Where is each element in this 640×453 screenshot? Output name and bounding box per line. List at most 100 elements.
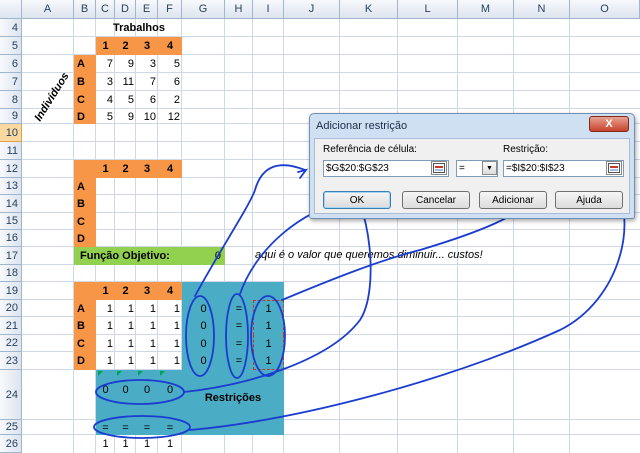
solution-cell[interactable]: 1 <box>136 352 158 370</box>
solution-cell[interactable]: 1 <box>115 352 136 370</box>
col-header-h[interactable]: H <box>225 0 253 19</box>
row-header-6[interactable]: 6 <box>0 55 22 73</box>
col-rhs-cell[interactable]: 1 <box>115 435 136 453</box>
alloc-header-4: 4 <box>158 160 182 178</box>
cost-cell[interactable]: 7 <box>136 73 158 91</box>
spreadsheet-grid[interactable]: A B C D E F G H I J K L M N O 4 5 6 7 8 … <box>0 0 640 453</box>
cost-cell[interactable]: 3 <box>96 73 115 91</box>
close-button[interactable]: X <box>589 116 629 132</box>
cost-cell[interactable]: 2 <box>158 91 182 109</box>
row-rhs-cell[interactable]: 1 <box>253 317 284 335</box>
row-header-17[interactable]: 17 <box>0 247 22 265</box>
add-button[interactable]: Adicionar <box>479 191 547 209</box>
solution-cell[interactable]: 1 <box>158 317 182 335</box>
row-header-24[interactable]: 24 <box>0 370 22 420</box>
col-header-n[interactable]: N <box>514 0 570 19</box>
row-rhs-cell[interactable]: 1 <box>253 335 284 352</box>
cost-cell[interactable]: 9 <box>115 109 136 124</box>
solution-cell[interactable]: 1 <box>96 352 115 370</box>
row-sum-cell[interactable]: 0 <box>182 317 225 335</box>
row-header-4[interactable]: 4 <box>0 19 22 37</box>
help-button[interactable]: Ajuda <box>555 191 623 209</box>
col-header-f[interactable]: F <box>158 0 182 19</box>
col-header-j[interactable]: J <box>284 0 340 19</box>
col-header-i[interactable]: I <box>253 0 284 19</box>
cost-cell[interactable]: 9 <box>115 55 136 73</box>
cost-cell[interactable]: 3 <box>136 55 158 73</box>
cost-cell[interactable]: 6 <box>158 73 182 91</box>
col-sum-cell[interactable]: 0 <box>96 380 115 400</box>
solution-cell[interactable]: 1 <box>158 300 182 317</box>
row-header-25[interactable]: 25 <box>0 420 22 435</box>
row-header-10[interactable]: 10 <box>0 124 22 142</box>
solution-cell[interactable]: 1 <box>158 335 182 352</box>
col-sum-cell[interactable]: 0 <box>136 380 158 400</box>
row-header-16[interactable]: 16 <box>0 230 22 247</box>
col-rhs-cell[interactable]: 1 <box>158 435 182 453</box>
row-header-18[interactable]: 18 <box>0 265 22 282</box>
col-sum-cell[interactable]: 0 <box>115 380 136 400</box>
cost-cell[interactable]: 5 <box>96 109 115 124</box>
row-sum-cell[interactable]: 0 <box>182 335 225 352</box>
cost-cell[interactable]: 6 <box>136 91 158 109</box>
solution-cell[interactable]: 1 <box>115 335 136 352</box>
col-rhs-cell[interactable]: 1 <box>136 435 158 453</box>
row-header-9[interactable]: 9 <box>0 109 22 124</box>
row-header-8[interactable]: 8 <box>0 91 22 109</box>
row-sum-cell[interactable]: 0 <box>182 352 225 370</box>
solution-cell[interactable]: 1 <box>115 317 136 335</box>
row-rhs-cell[interactable]: 1 <box>253 300 284 317</box>
cost-cell[interactable]: 10 <box>136 109 158 124</box>
solution-cell[interactable]: 1 <box>115 300 136 317</box>
cell-ref-picker-button[interactable] <box>431 161 447 175</box>
row-header-5[interactable]: 5 <box>0 37 22 55</box>
solution-cell[interactable]: 1 <box>136 300 158 317</box>
row-header-13[interactable]: 13 <box>0 178 22 195</box>
col-sum-cell[interactable]: 0 <box>158 380 182 400</box>
cost-cell[interactable]: 11 <box>115 73 136 91</box>
solution-cell[interactable]: 1 <box>136 317 158 335</box>
operator-dropdown-button[interactable]: ▼ <box>482 161 497 175</box>
col-equals: = <box>166 421 174 434</box>
row-header-22[interactable]: 22 <box>0 335 22 352</box>
col-header-e[interactable]: E <box>136 0 158 19</box>
cost-cell[interactable]: 12 <box>158 109 182 124</box>
cost-cell[interactable]: 4 <box>96 91 115 109</box>
col-header-o[interactable]: O <box>570 0 640 19</box>
row-header-7[interactable]: 7 <box>0 73 22 91</box>
row-header-14[interactable]: 14 <box>0 195 22 213</box>
col-rhs-cell[interactable]: 1 <box>96 435 115 453</box>
col-header-b[interactable]: B <box>74 0 96 19</box>
row-header-23[interactable]: 23 <box>0 352 22 370</box>
row-sum-cell[interactable]: 0 <box>182 300 225 317</box>
col-header-d[interactable]: D <box>115 0 136 19</box>
row-header-20[interactable]: 20 <box>0 300 22 317</box>
row-header-19[interactable]: 19 <box>0 282 22 300</box>
cost-cell[interactable]: 5 <box>158 55 182 73</box>
col-header-m[interactable]: M <box>458 0 514 19</box>
col-header-a[interactable]: A <box>22 0 74 19</box>
cost-cell[interactable]: 7 <box>96 55 115 73</box>
solution-cell[interactable]: 1 <box>96 335 115 352</box>
solution-cell[interactable]: 1 <box>158 352 182 370</box>
col-header-c[interactable]: C <box>96 0 115 19</box>
constraint-picker-button[interactable] <box>606 161 622 175</box>
cancel-button[interactable]: Cancelar <box>402 191 470 209</box>
ok-button[interactable]: OK <box>323 191 391 209</box>
row-header-21[interactable]: 21 <box>0 317 22 335</box>
row-header-11[interactable]: 11 <box>0 142 22 160</box>
row-rhs-cell[interactable]: 1 <box>253 352 284 370</box>
cost-cell[interactable]: 5 <box>115 91 136 109</box>
row-header-15[interactable]: 15 <box>0 213 22 230</box>
solution-cell[interactable]: 1 <box>96 300 115 317</box>
row-header-26[interactable]: 26 <box>0 435 22 453</box>
solution-cell[interactable]: 1 <box>136 335 158 352</box>
select-all-corner[interactable] <box>0 0 22 19</box>
cost-header-4: 4 <box>158 37 182 55</box>
col-header-g[interactable]: G <box>182 0 225 19</box>
col-header-k[interactable]: K <box>340 0 398 19</box>
solution-cell[interactable]: 1 <box>96 317 115 335</box>
row-header-12[interactable]: 12 <box>0 160 22 178</box>
col-header-l[interactable]: L <box>398 0 458 19</box>
objective-value[interactable]: 0 <box>182 247 225 265</box>
